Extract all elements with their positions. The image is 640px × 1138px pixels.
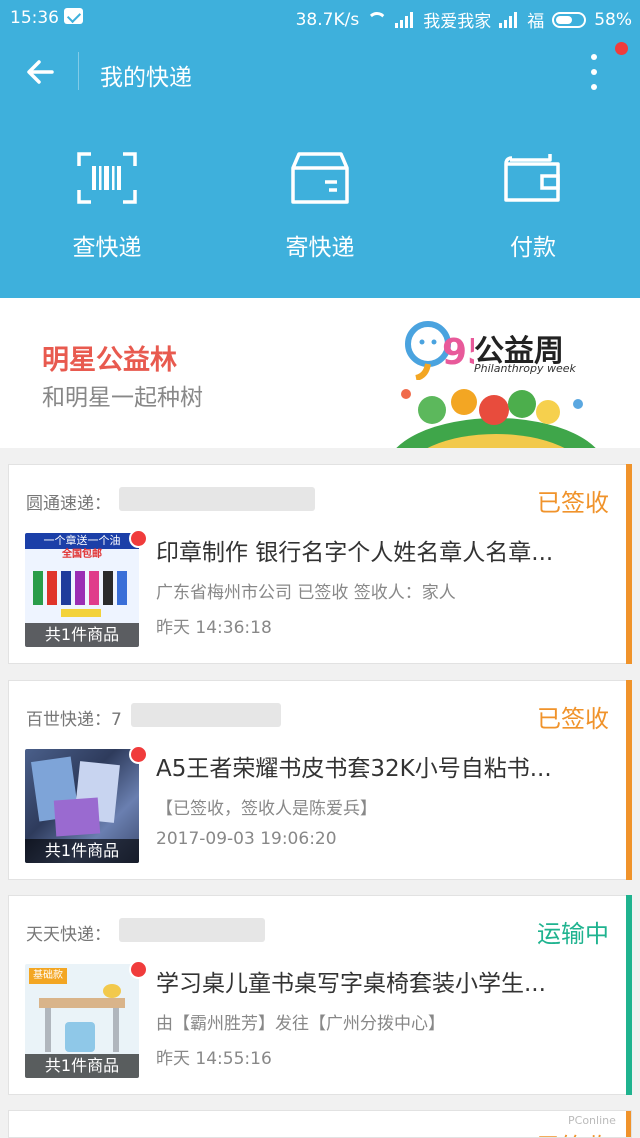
status-time: 15:36	[10, 8, 59, 28]
status-stripe	[626, 464, 632, 664]
notification-dot	[615, 42, 628, 55]
product-thumbnail: 共1件商品	[25, 749, 139, 863]
battery-level: 58%	[594, 9, 632, 30]
status-stripe	[626, 680, 632, 880]
status-stripe	[626, 895, 632, 1095]
thumb-banner-text: 一个章送一个油	[25, 533, 139, 549]
signal-icon	[395, 11, 415, 28]
charity-banner[interactable]: 明星公益林 和明星一起种树 95 公益周 Philanthropy week	[0, 298, 640, 448]
banner-title: 明星公益林	[42, 345, 177, 376]
barcode-scan-icon	[77, 152, 137, 204]
tracking-time: 昨天 14:55:16	[156, 1049, 272, 1069]
logo-number: 95	[442, 332, 474, 373]
thumb-caption: 共1件商品	[25, 1054, 139, 1078]
tracking-detail: 【已签收，签收人是陈爱兵】	[156, 799, 377, 819]
tracking-time: 2017-09-03 19:06:20	[156, 829, 337, 849]
notification-check-icon	[64, 8, 83, 24]
status-badge: 运输中	[537, 920, 609, 948]
parcel-card[interactable]: 已签收	[8, 1110, 632, 1138]
status-badge: 已签收	[537, 705, 609, 733]
tracking-time: 昨天 14:36:18	[156, 618, 272, 638]
header: 15:36 38.7K/s 我爱我家 福 58% 我的快递 查快递 寄快递 付款	[0, 0, 640, 298]
network-speed: 38.7K/s	[295, 9, 360, 30]
item-title: A5王者荣耀书皮书套32K小号自粘书...	[156, 756, 552, 782]
send-parcel-button[interactable]: 寄快递	[245, 150, 395, 262]
thumb-banner-text: 基础款	[29, 968, 67, 984]
tracking-detail: 广东省梅州市公司 已签收 签收人：家人	[156, 583, 456, 603]
payment-button[interactable]: 付款	[458, 150, 608, 262]
watermark: PConline	[568, 1114, 616, 1127]
battery-icon	[552, 11, 587, 28]
tracking-number-redacted	[119, 487, 315, 511]
thumb-caption: 共1件商品	[25, 839, 139, 863]
parcel-card[interactable]: 天天快递： 运输中 基础款 共1件商品 学习桌儿童书桌写字桌椅套装小学生... …	[8, 895, 632, 1095]
status-badge: 已签收	[537, 489, 609, 517]
parcel-card[interactable]: 百世快递：7 已签收 共1件商品 A5王者荣耀书皮书套32K小号自粘书... 【…	[8, 680, 632, 880]
unread-dot	[129, 960, 148, 979]
more-vertical-icon[interactable]	[584, 54, 604, 90]
status-badge: 已签收	[537, 1127, 609, 1137]
status-stripe	[626, 1111, 631, 1137]
courier-name: 天天快递：	[26, 925, 111, 945]
banner-subtitle: 和明星一起种树	[42, 385, 203, 411]
parcel-box-icon	[291, 152, 349, 204]
thumb-subtext: 全国包邮	[62, 549, 102, 560]
signal-icon	[499, 11, 519, 28]
courier-name: 圆通速递：	[26, 494, 111, 514]
item-title: 学习桌儿童书桌写字桌椅套装小学生...	[156, 971, 546, 997]
page-title: 我的快递	[100, 65, 192, 91]
tracking-detail: 由【霸州胜芳】发往【广州分拨中心】	[156, 1014, 445, 1034]
item-title: 印章制作 银行名字个人姓名章人名章...	[156, 540, 554, 566]
courier-name: 百世快递：7	[26, 710, 122, 730]
product-thumbnail: 一个章送一个油 全国包邮 共1件商品	[25, 533, 139, 647]
parcel-card[interactable]: 圆通速递： 已签收 一个章送一个油 全国包邮 共1件商品 印章制作 银行名字个人…	[8, 464, 632, 664]
thumb-caption: 共1件商品	[25, 623, 139, 647]
carrier-name-2: 福	[527, 12, 545, 32]
status-bar: 15:36 38.7K/s 我爱我家 福 58%	[0, 0, 640, 34]
tracking-number-redacted	[131, 703, 281, 727]
planting-illustration	[396, 389, 596, 448]
unread-dot	[129, 529, 148, 548]
wifi-icon	[367, 12, 387, 28]
action-label: 查快递	[72, 235, 142, 261]
product-thumbnail: 基础款 共1件商品	[25, 964, 139, 1078]
query-parcel-button[interactable]: 查快递	[32, 150, 182, 262]
action-label: 付款	[510, 235, 556, 261]
carrier-name: 我爱我家	[423, 12, 492, 32]
action-label: 寄快递	[285, 235, 355, 261]
wallet-icon	[504, 154, 560, 202]
tracking-number-redacted	[119, 918, 265, 942]
appbar-divider	[78, 52, 79, 90]
charity-95-logo: 95	[405, 321, 474, 380]
arrow-left-icon[interactable]	[24, 56, 56, 88]
unread-dot	[129, 745, 148, 764]
